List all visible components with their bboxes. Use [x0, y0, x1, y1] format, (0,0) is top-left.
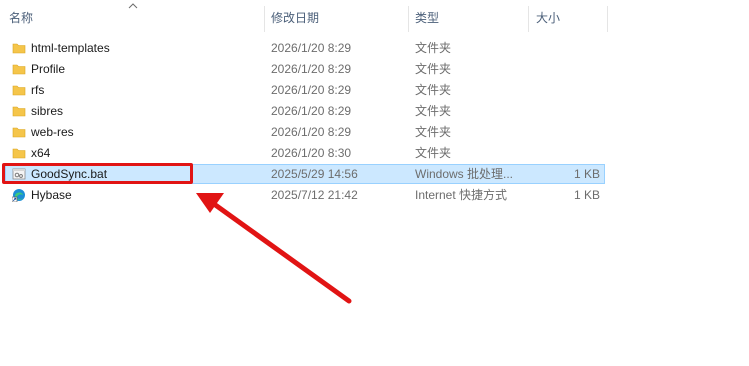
annotation-arrow-icon	[196, 193, 352, 304]
